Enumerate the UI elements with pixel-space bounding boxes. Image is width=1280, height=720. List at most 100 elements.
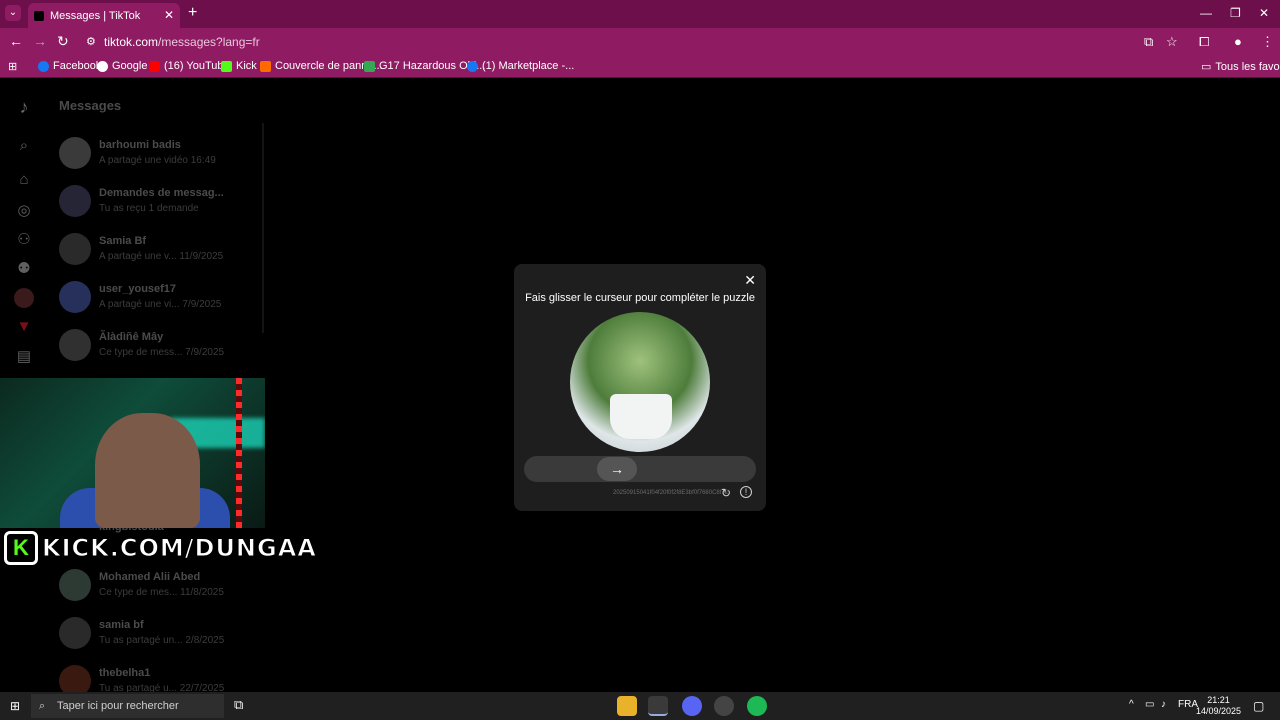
all-bookmarks-folder[interactable]: ▭Tous les favoris bbox=[1201, 60, 1280, 74]
close-icon[interactable]: ✕ bbox=[744, 272, 756, 289]
bookmarks-bar: ⊞ Facebook Google (16) YouTube Kick Couv… bbox=[0, 56, 1280, 78]
home-icon[interactable]: ⌂ bbox=[14, 171, 34, 191]
conversation-preview: A partagé une vidéo 16:49 bbox=[99, 155, 216, 166]
arrow-right-icon: → bbox=[610, 461, 624, 477]
kick-banner: K KICK.COM/DUNGAA bbox=[4, 530, 317, 566]
conversation-name: Samia Bf bbox=[99, 235, 147, 247]
minimize-button[interactable]: — bbox=[1200, 6, 1212, 20]
forward-button[interactable]: → bbox=[33, 33, 47, 49]
address-bar[interactable]: ⚙ tiktok.com/messages?lang=fr bbox=[80, 31, 1190, 53]
refresh-icon[interactable]: ↻ bbox=[721, 486, 731, 500]
bookmark-label: (1) Marketplace -... bbox=[482, 60, 575, 72]
panel-scrollbar[interactable] bbox=[262, 123, 264, 333]
messages-icon[interactable]: ▤ bbox=[14, 347, 34, 367]
conversation-item[interactable]: Mohamed Alii Abed Ce type de mes... 11/8… bbox=[59, 565, 259, 605]
clock[interactable]: 21:21 14/09/2025 bbox=[1196, 695, 1241, 717]
back-button[interactable]: ← bbox=[9, 33, 23, 49]
avatar bbox=[59, 281, 91, 313]
tab-search-button[interactable]: ⌄ bbox=[5, 5, 21, 21]
conversation-preview: Ce type de mess... 7/9/2025 bbox=[99, 347, 225, 358]
live-avatar-icon[interactable] bbox=[14, 288, 34, 308]
conversation-name: barhoumi badis bbox=[99, 139, 181, 151]
volume-icon[interactable]: ♪ bbox=[1161, 699, 1166, 710]
conversation-name: Mohamed Alii Abed bbox=[99, 571, 201, 583]
following-icon[interactable]: ⚇ bbox=[14, 230, 34, 250]
captcha-modal: ✕ Fais glisser le curseur pour compléter… bbox=[514, 264, 766, 511]
obs-icon[interactable] bbox=[714, 696, 734, 716]
avatar bbox=[59, 329, 91, 361]
streamer-face-image bbox=[95, 413, 200, 528]
clock-time: 21:21 bbox=[1207, 695, 1230, 705]
captcha-title: Fais glisser le curseur pour compléter l… bbox=[525, 292, 755, 304]
apps-grid-icon[interactable]: ⊞ bbox=[8, 60, 17, 73]
task-view-icon[interactable]: ⧉ bbox=[234, 697, 243, 713]
kick-channel-text: KICK.COM/DUNGAA bbox=[42, 534, 317, 563]
battery-icon[interactable]: ▭ bbox=[1145, 699, 1154, 710]
conversation-item[interactable]: Demandes de messag... Tu as reçu 1 deman… bbox=[59, 181, 259, 221]
info-icon[interactable]: ! bbox=[740, 486, 752, 498]
bookmark-marketplace[interactable]: (1) Marketplace -... bbox=[467, 60, 574, 72]
conversation-item[interactable]: user_yousef17 A partagé une vi... 7/9/20… bbox=[59, 277, 259, 317]
profile-avatar-icon[interactable]: ● bbox=[1234, 34, 1242, 49]
captcha-slider-track[interactable]: → bbox=[524, 456, 756, 482]
conversation-item[interactable]: barhoumi badis A partagé une vidéo 16:49 bbox=[59, 133, 259, 173]
windows-taskbar: ⊞ ⌕ Taper ici pour rechercher ⧉ ^ ▭ ♪ FR… bbox=[0, 692, 1280, 720]
youtube-icon bbox=[149, 60, 160, 72]
tab-bar: ⌄ Messages | TikTok ✕ + — ❐ ✕ bbox=[0, 0, 1280, 28]
notifications-icon[interactable]: ▢ bbox=[1253, 699, 1264, 713]
bookmark-google[interactable]: Google bbox=[97, 60, 147, 72]
conversation-preview: Tu as reçu 1 demande bbox=[99, 203, 199, 214]
avatar bbox=[59, 569, 91, 601]
show-hidden-icons-icon[interactable]: ^ bbox=[1129, 699, 1134, 710]
conversation-item[interactable]: Ãlàdìñê Mây Ce type de mess... 7/9/2025 bbox=[59, 325, 259, 365]
bookmark-star-icon[interactable]: ☆ bbox=[1166, 34, 1178, 50]
bookmark-label: (16) YouTube bbox=[164, 60, 230, 72]
conversation-preview: Ce type de mes... 11/8/2025 bbox=[99, 587, 224, 598]
upload-icon[interactable]: ▼ bbox=[14, 318, 34, 338]
avatar bbox=[59, 617, 91, 649]
url-path: /messages?lang=fr bbox=[158, 35, 260, 49]
tab-title: Messages | TikTok bbox=[50, 9, 141, 22]
restore-button[interactable]: ❐ bbox=[1230, 6, 1241, 20]
chrome-icon[interactable] bbox=[648, 696, 668, 716]
slider-handle[interactable]: → bbox=[597, 457, 637, 481]
bookmark-kick[interactable]: Kick bbox=[221, 60, 257, 72]
conversation-item[interactable]: Samia Bf A partagé une v... 11/9/2025 bbox=[59, 229, 259, 269]
bookmark-facebook[interactable]: Facebook bbox=[38, 60, 101, 72]
install-app-icon[interactable]: ⧉ bbox=[1144, 34, 1153, 50]
bookmark-youtube[interactable]: (16) YouTube bbox=[149, 60, 230, 72]
reload-button[interactable]: ↻ bbox=[57, 33, 69, 50]
search-icon[interactable]: ⌕ bbox=[14, 137, 34, 157]
close-window-button[interactable]: ✕ bbox=[1259, 6, 1269, 20]
led-strip-image bbox=[236, 378, 242, 528]
site-info-icon[interactable]: ⚙ bbox=[86, 31, 96, 53]
spotify-icon[interactable] bbox=[747, 696, 767, 716]
conversation-name: thebelha1 bbox=[99, 667, 151, 679]
new-tab-button[interactable]: + bbox=[188, 4, 197, 22]
close-tab-icon[interactable]: ✕ bbox=[164, 8, 174, 22]
friends-icon[interactable]: ⚉ bbox=[14, 259, 34, 279]
language-indicator[interactable]: FRA bbox=[1178, 699, 1198, 710]
taskbar-search[interactable]: ⌕ Taper ici pour rechercher bbox=[31, 694, 224, 718]
conversation-item[interactable]: samia bf Tu as partagé un... 2/8/2025 bbox=[59, 613, 259, 653]
bookmark-label: Facebook bbox=[53, 60, 102, 72]
search-icon: ⌕ bbox=[39, 700, 46, 712]
conversation-preview: A partagé une vi... 7/9/2025 bbox=[99, 299, 222, 310]
browser-tab[interactable]: Messages | TikTok ✕ bbox=[28, 3, 180, 28]
extensions-icon[interactable]: ⧠ bbox=[1199, 34, 1209, 50]
search-placeholder: Taper ici pour rechercher bbox=[57, 700, 179, 712]
aliexpress-icon bbox=[260, 60, 271, 72]
sheets-icon bbox=[364, 60, 375, 72]
kick-logo-icon: K bbox=[4, 531, 38, 565]
discord-icon[interactable] bbox=[682, 696, 702, 716]
tiktok-logo-icon[interactable]: ♪ bbox=[14, 97, 34, 117]
menu-kebab-icon[interactable]: ⋮ bbox=[1261, 34, 1274, 50]
conversation-name: Ãlàdìñê Mây bbox=[99, 331, 164, 343]
facebook-icon bbox=[467, 60, 478, 72]
explore-icon[interactable]: ◎ bbox=[14, 201, 34, 221]
windows-start-icon[interactable]: ⊞ bbox=[10, 699, 24, 713]
avatar bbox=[59, 233, 91, 265]
clock-date: 14/09/2025 bbox=[1196, 706, 1242, 716]
bookmark-label: Google bbox=[112, 60, 148, 72]
file-explorer-icon[interactable] bbox=[617, 696, 637, 716]
